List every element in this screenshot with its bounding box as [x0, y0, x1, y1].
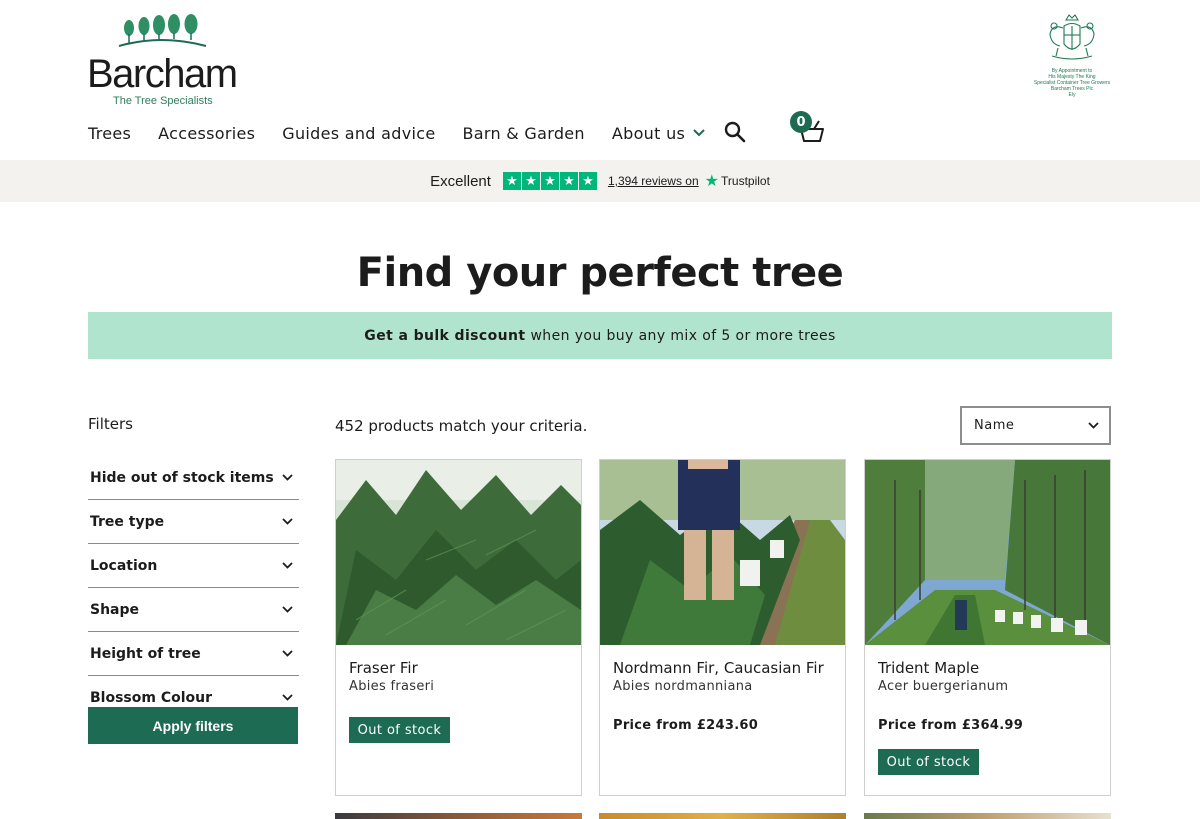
bulk-discount-banner: Get a bulk discount when you buy any mix… [88, 312, 1112, 359]
chevron-down-icon [1088, 422, 1099, 429]
banner-text: when you buy any mix of 5 or more trees [530, 327, 836, 344]
nav-item-trees[interactable]: Trees [88, 124, 131, 143]
main-nav: Trees Accessories Guides and advice Barn… [88, 120, 732, 146]
sort-selected-value: Name [974, 418, 1015, 433]
star-icon: ★ [559, 172, 578, 190]
star-icon: ★ [540, 172, 559, 190]
product-latin-name: Abies fraseri [349, 679, 435, 694]
star-icon: ★ [578, 172, 597, 190]
royal-warrant: By Appointment to His Majesty The King S… [1020, 12, 1124, 98]
nav-item-accessories[interactable]: Accessories [158, 124, 255, 143]
chevron-down-icon [693, 129, 705, 137]
filter-label: Blossom Colour [90, 689, 213, 706]
out-of-stock-badge: Out of stock [878, 749, 979, 775]
filter-label: Tree type [90, 513, 165, 530]
product-image-next-row [864, 813, 1111, 819]
trustpilot-bar[interactable]: Excellent ★ ★ ★ ★ ★ 1,394 reviews on ★ T… [0, 160, 1200, 202]
product-image[interactable] [865, 460, 1110, 645]
product-image[interactable] [336, 460, 581, 645]
filters-heading: Filters [88, 415, 133, 433]
filter-blossom-colour[interactable]: Blossom Colour [88, 676, 299, 706]
product-price: Price from £364.99 [878, 718, 1024, 733]
chevron-down-icon [282, 606, 293, 613]
results-count: 452 products match your criteria. [335, 417, 588, 435]
filter-tree-type[interactable]: Tree type [88, 500, 299, 544]
filter-location[interactable]: Location [88, 544, 299, 588]
nav-item-about-label: About us [611, 123, 686, 143]
product-image-next-row [599, 813, 846, 819]
product-name[interactable]: Nordmann Fir, Caucasian Fir [613, 659, 824, 677]
star-icon: ★ [502, 172, 521, 190]
chevron-down-icon [282, 474, 293, 481]
star-icon: ★ [521, 172, 540, 190]
chevron-down-icon [282, 650, 293, 657]
product-name[interactable]: Trident Maple [878, 659, 979, 677]
brand-wordmark: Barcham [87, 52, 238, 96]
sort-select[interactable]: Name [960, 406, 1111, 445]
page-title: Find your perfect tree [356, 250, 844, 296]
trustpilot-brand: ★ Trustpilot [705, 171, 770, 191]
trustpilot-brand-name: Trustpilot [721, 174, 770, 188]
out-of-stock-badge: Out of stock [349, 717, 450, 743]
filter-label: Height of tree [90, 645, 201, 662]
trustpilot-star-icon: ★ [704, 173, 720, 190]
chevron-down-icon [282, 694, 293, 701]
product-card[interactable]: Trident Maple Acer buergerianum Price fr… [864, 459, 1111, 796]
filter-height-of-tree[interactable]: Height of tree [88, 632, 299, 676]
product-image-next-row [335, 813, 582, 819]
trustpilot-stars: ★ ★ ★ ★ ★ [502, 172, 598, 190]
banner-bold-text: Get a bulk discount [364, 327, 526, 344]
product-image[interactable] [600, 460, 845, 645]
trustpilot-reviews-link[interactable]: 1,394 reviews on [608, 174, 699, 188]
product-price: Price from £243.60 [613, 718, 759, 733]
product-latin-name: Abies nordmanniana [613, 679, 753, 694]
nav-item-about-us[interactable]: About us [612, 124, 705, 143]
search-icon[interactable] [724, 121, 746, 143]
basket-count-badge: 0 [790, 111, 812, 133]
filter-label: Shape [90, 601, 140, 618]
chevron-down-icon [282, 562, 293, 569]
basket-button[interactable]: 0 [790, 111, 826, 145]
filter-hide-out-of-stock[interactable]: Hide out of stock items [88, 456, 299, 500]
filter-list: Hide out of stock items Tree type Locati… [88, 456, 299, 706]
product-name[interactable]: Fraser Fir [349, 659, 418, 677]
barcham-logo[interactable]: Barcham The Tree Specialists [87, 14, 238, 110]
apply-filters-button[interactable]: Apply filters [88, 707, 298, 744]
filter-shape[interactable]: Shape [88, 588, 299, 632]
nav-item-guides[interactable]: Guides and advice [282, 124, 435, 143]
nav-item-barn-garden[interactable]: Barn & Garden [462, 124, 584, 143]
brand-tagline: The Tree Specialists [113, 95, 213, 107]
site-header: Barcham The Tree Specialists By Appointm… [0, 0, 1200, 160]
trustpilot-rating-label: Excellent [430, 172, 491, 190]
royal-crest-icon [1049, 14, 1095, 60]
filter-label: Location [90, 557, 158, 574]
product-latin-name: Acer buergerianum [878, 679, 1009, 694]
tree-logo-icon [118, 14, 207, 47]
royal-warrant-text: By Appointment to His Majesty The King S… [1033, 68, 1111, 98]
chevron-down-icon [282, 518, 293, 525]
filter-label: Hide out of stock items [90, 469, 274, 486]
product-card[interactable]: Nordmann Fir, Caucasian Fir Abies nordma… [599, 459, 846, 796]
product-card[interactable]: Fraser Fir Abies fraseri Out of stock [335, 459, 582, 796]
